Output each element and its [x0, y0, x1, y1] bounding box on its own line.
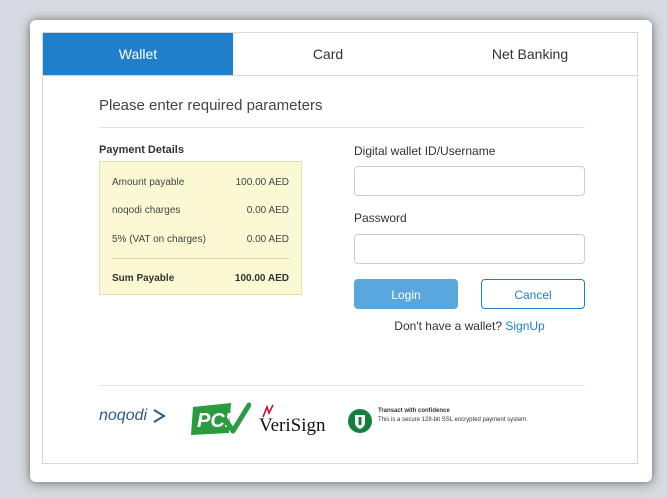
wallet-id-input[interactable] — [354, 166, 585, 196]
ssl-description: This is a secure 128-bit SSL encrypted p… — [378, 417, 528, 423]
payment-row-label: noqodi charges — [112, 205, 181, 216]
payment-details-title: Payment Details — [99, 144, 184, 156]
payment-method-tabs: Wallet Card Net Banking — [43, 33, 637, 76]
tab-net-banking[interactable]: Net Banking — [423, 33, 637, 75]
signup-prompt-text: Don't have a wallet? — [394, 319, 502, 333]
wallet-id-label: Digital wallet ID/Username — [354, 144, 496, 158]
payment-row-total: Sum Payable 100.00 AED — [112, 273, 289, 287]
payment-row-value: 0.00 AED — [246, 205, 289, 216]
payment-row-amount: Amount payable 100.00 AED — [112, 177, 289, 191]
ssl-title: Transact with confidence — [378, 408, 450, 414]
verisign-logo: VeriSign — [259, 404, 326, 436]
tab-card[interactable]: Card — [233, 33, 423, 75]
payment-row-charges: noqodi charges 0.00 AED — [112, 205, 289, 219]
payment-row-value: 100.00 AED — [235, 177, 289, 188]
payment-panel: Wallet Card Net Banking Please enter req… — [42, 32, 638, 464]
verisign-logo-text: VeriSign — [259, 415, 326, 436]
footer-divider — [99, 385, 585, 386]
payment-total-label: Sum Payable — [112, 273, 175, 284]
pci-logo: PCI — [191, 402, 251, 435]
payment-row-label: Amount payable — [112, 177, 185, 188]
payment-row-vat: 5% (VAT on charges) 0.00 AED — [112, 234, 289, 248]
payment-details-box: Amount payable 100.00 AED noqodi charges… — [99, 161, 302, 295]
login-button[interactable]: Login — [354, 279, 458, 309]
payment-total-value: 100.00 AED — [234, 273, 289, 284]
password-label: Password — [354, 211, 407, 225]
heading-divider — [99, 127, 585, 128]
cancel-button[interactable]: Cancel — [481, 279, 585, 309]
shield-icon — [348, 409, 372, 433]
payment-row-value: 0.00 AED — [246, 234, 289, 245]
payment-card: Wallet Card Net Banking Please enter req… — [30, 20, 652, 482]
signup-link[interactable]: SignUp — [505, 319, 544, 333]
noqodi-logo-text: noqodi — [99, 407, 148, 424]
noqodi-logo: noqodi — [99, 407, 170, 425]
payment-details-divider — [112, 258, 289, 259]
payment-row-label: 5% (VAT on charges) — [112, 234, 206, 245]
noqodi-arrow-icon — [152, 408, 166, 423]
signup-prompt: Don't have a wallet? SignUp — [354, 319, 585, 333]
password-input[interactable] — [354, 234, 585, 264]
page-title: Please enter required parameters — [99, 97, 323, 114]
tab-wallet[interactable]: Wallet — [43, 33, 233, 75]
trust-logos: noqodi PCI VeriSign Transact with confid… — [99, 401, 585, 441]
